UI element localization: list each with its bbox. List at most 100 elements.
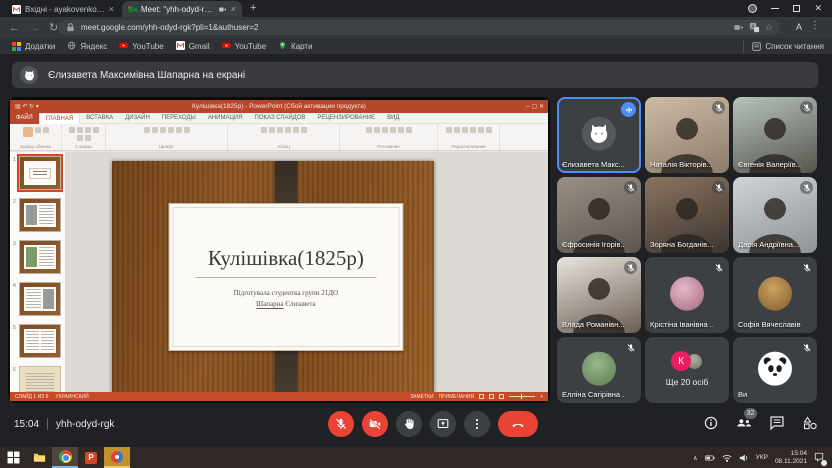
- presenting-banner: Єлизавета Максимівна Шапарна на екрані: [12, 62, 818, 88]
- more-options-button[interactable]: [464, 411, 490, 437]
- mic-mute-button[interactable]: [328, 411, 354, 437]
- hidden-icons-chevron[interactable]: ∧: [693, 454, 698, 462]
- participant-count-badge: 32: [744, 408, 757, 419]
- tab-close-icon[interactable]: ×: [231, 4, 236, 14]
- presenting-banner-text: Єлизавета Максимівна Шапарна на екрані: [48, 70, 245, 81]
- address-bar[interactable]: meet.google.com/yhh-odyd-rgk?pli=1&authu…: [58, 20, 780, 35]
- photo-green-avatar: [582, 352, 616, 386]
- leave-call-button[interactable]: [498, 411, 538, 437]
- powerpoint-window-controls: ─ ▢ ✕: [526, 103, 544, 110]
- mic-off-icon: [800, 181, 813, 194]
- participants-button[interactable]: 32: [736, 415, 752, 436]
- slide-thumbnail-6[interactable]: 6: [19, 366, 61, 392]
- activities-button[interactable]: [802, 415, 818, 436]
- bookmark-2[interactable]: YouTube: [119, 41, 163, 52]
- slide-thumbnail-4[interactable]: 4: [19, 282, 61, 316]
- new-tab-button[interactable]: +: [250, 2, 256, 15]
- slide-thumbnail-5[interactable]: 5: [19, 324, 61, 358]
- slide-title: Кулішівка(1825р): [208, 246, 364, 271]
- tab-meet[interactable]: Meet: "yhh-odyd-rgk" ×: [122, 1, 242, 17]
- profile-button[interactable]: A: [796, 22, 802, 32]
- present-button[interactable]: [430, 411, 456, 437]
- window-maximize-button[interactable]: [793, 5, 800, 12]
- action-center-button[interactable]: [814, 452, 824, 464]
- mic-off-icon: [624, 181, 637, 194]
- slide-thumbnail-3[interactable]: 3: [19, 240, 61, 274]
- bookmark-label: Карти: [291, 42, 313, 51]
- chrome-taskbar-button[interactable]: [52, 447, 78, 468]
- ribbon-group-icons: [62, 127, 105, 141]
- meet-icon: [128, 5, 137, 14]
- mic-off-icon: [624, 261, 637, 274]
- maps-pin-icon: [278, 41, 287, 52]
- participant-tile-3[interactable]: Єфросинія Ігорів...: [557, 177, 641, 253]
- ribbon-tab-3[interactable]: ДИЗАЙН: [119, 113, 156, 124]
- ribbon-tab-0[interactable]: ФАЙЛ: [10, 113, 39, 124]
- chat-icon: [769, 415, 785, 431]
- participant-tile-9[interactable]: Елліна Сагірівна ...: [557, 337, 641, 403]
- participant-tile-4[interactable]: Зоряна Богданів...: [645, 177, 729, 253]
- meeting-details-button[interactable]: [703, 415, 719, 436]
- ribbon-group-4: Рисование: [340, 124, 438, 150]
- bookmark-3[interactable]: Gmail: [176, 41, 210, 52]
- thumbnail-preview: [24, 245, 56, 269]
- camera-permission-icon[interactable]: [733, 22, 744, 33]
- participant-tile-8[interactable]: Софія Вячеславів...: [733, 257, 817, 333]
- powerpoint-taskbar-button[interactable]: P: [78, 447, 104, 468]
- translate-icon[interactable]: A: [749, 22, 760, 33]
- forward-icon[interactable]: →: [29, 22, 40, 34]
- window-minimize-button[interactable]: [771, 8, 779, 9]
- divider: [47, 418, 48, 430]
- ribbon-tab-2[interactable]: ВСТАВКА: [80, 113, 119, 124]
- participant-tile-0[interactable]: Єлизавета Макс...: [557, 97, 641, 173]
- participant-tile-2[interactable]: Євгенія Валеріїв...: [733, 97, 817, 173]
- ribbon-tab-1[interactable]: ГЛАВНАЯ: [39, 113, 81, 124]
- ribbon-tab-7[interactable]: РЕЦЕНЗИРОВАНИЕ: [311, 113, 381, 124]
- browser-menu-icon[interactable]: ⋮: [810, 20, 820, 31]
- bookmark-label: Яндекс: [80, 42, 107, 51]
- back-icon[interactable]: ←: [9, 22, 20, 34]
- file-explorer-button[interactable]: [26, 447, 52, 468]
- bookmark-0[interactable]: Додатки: [12, 41, 55, 52]
- battery-icon: [705, 453, 715, 463]
- camera-off-button[interactable]: [362, 411, 388, 437]
- participant-tile-10[interactable]: КЩе 20 осіб: [645, 337, 729, 403]
- window-close-button[interactable]: ✕: [814, 3, 822, 14]
- ribbon-tab-6[interactable]: ПОКАЗ СЛАЙДОВ: [249, 113, 312, 124]
- participant-name: Крістіна Іванівна ...: [650, 320, 713, 329]
- language-indicator[interactable]: УКР: [756, 454, 768, 461]
- ribbon-tab-4[interactable]: ПЕРЕХОДЫ: [156, 113, 202, 124]
- bookmark-5[interactable]: Карти: [278, 41, 313, 52]
- tab-gmail[interactable]: Вхідні - ayakovenko.uk20@kub... ×: [6, 1, 120, 17]
- participant-name: Софія Вячеславів...: [738, 320, 801, 329]
- slide-title-card: Кулішівка(1825р) Підготувала студентка г…: [168, 203, 403, 351]
- participant-tile-11[interactable]: Ви: [733, 337, 817, 403]
- participant-tile-1[interactable]: Наталія Вікторів...: [645, 97, 729, 173]
- start-button[interactable]: [0, 447, 26, 468]
- bookmark-1[interactable]: Яндекс: [67, 41, 107, 52]
- slide-thumbnail-1[interactable]: 1: [19, 156, 61, 190]
- record-indicator-icon[interactable]: [748, 4, 757, 13]
- ribbon-tab-5[interactable]: АНИМАЦИЯ: [202, 113, 249, 124]
- participant-tile-5[interactable]: Дарія Андріївна...: [733, 177, 817, 253]
- reload-icon[interactable]: ↻: [49, 21, 58, 34]
- meet-bottom-bar: 15:04 yhh-odyd-rgk: [0, 405, 832, 447]
- taskbar-clock[interactable]: 15:04 08.11.2021: [775, 450, 807, 466]
- bookmark-star-icon[interactable]: ☆: [765, 22, 773, 33]
- ribbon-tab-8[interactable]: ВИД: [381, 113, 405, 124]
- bookmark-4[interactable]: YouTube: [222, 41, 266, 52]
- slide-thumbnail-2[interactable]: 2: [19, 198, 61, 232]
- reading-list-button[interactable]: Список читання: [743, 40, 824, 52]
- slide-subtitle-1: Підготувала студентка групи 21ДО: [234, 289, 338, 297]
- mic-off-icon: [334, 417, 348, 431]
- chat-button[interactable]: [769, 415, 785, 436]
- participant-tile-7[interactable]: Крістіна Іванівна ...: [645, 257, 729, 333]
- alerting-app-taskbar-button[interactable]: [104, 447, 130, 468]
- thumbnail-preview: [24, 329, 56, 353]
- slide-subtitle-2: Шапарна Єлизавета: [256, 300, 315, 308]
- tab-close-icon[interactable]: ×: [109, 4, 114, 14]
- slide: Кулішівка(1825р) Підготувала студентка г…: [112, 161, 434, 393]
- participant-tile-6[interactable]: Влада Романівн...: [557, 257, 641, 333]
- raise-hand-button[interactable]: [396, 411, 422, 437]
- screenshare-tile[interactable]: ▤ ↶ ↻ ▾ Кулішівка(1825р) - PowerPoint (С…: [8, 97, 550, 403]
